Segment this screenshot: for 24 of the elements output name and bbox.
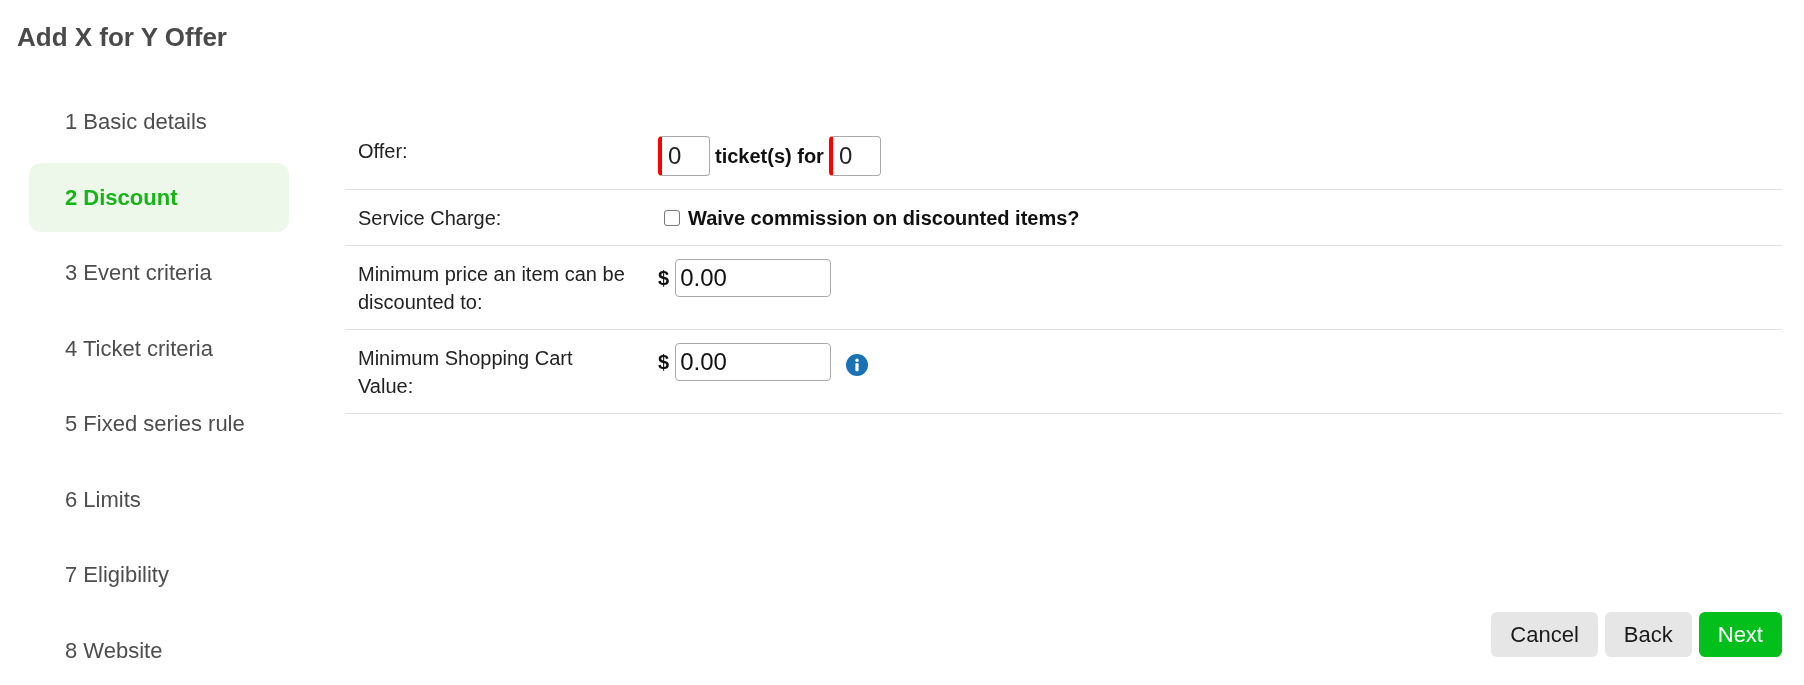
currency-symbol: $ [658, 350, 670, 375]
info-icon[interactable] [846, 354, 869, 376]
field-label: Minimum Shopping Cart Value: [358, 346, 574, 399]
currency-symbol: $ [658, 266, 670, 291]
step-nav-item[interactable]: 7 Eligibility [29, 540, 289, 609]
offer-connector-text: ticket(s) for [715, 144, 824, 169]
money-input[interactable]: 0.00 [675, 259, 832, 297]
field-label: Service Charge: [358, 206, 503, 231]
step-nav-item[interactable]: 1 Basic details [29, 87, 289, 156]
step-nav-item[interactable]: 3 Event criteria [29, 238, 289, 307]
form-button[interactable]: Back [1604, 612, 1692, 657]
field-label: Offer: [358, 139, 409, 164]
step-nav-item[interactable]: 5 Fixed series rule [29, 389, 289, 458]
checkbox-label[interactable]: Waive commission on discounted items? [688, 203, 1080, 233]
number-input[interactable]: 0 [658, 136, 710, 176]
step-nav-item[interactable]: 8 Website [29, 615, 289, 685]
step-nav-item[interactable]: 6 Limits [29, 464, 289, 534]
field-label: Minimum price an item can be discounted to: [358, 262, 626, 315]
money-input[interactable]: 0.00 [675, 343, 832, 381]
number-input[interactable]: 0 [828, 136, 881, 176]
form-button[interactable]: Cancel [1491, 612, 1598, 657]
page-title: Add X for Y Offer [16, 21, 227, 52]
step-nav-item[interactable]: 4 Ticket criteria [29, 313, 289, 383]
checkbox[interactable] [664, 210, 680, 226]
